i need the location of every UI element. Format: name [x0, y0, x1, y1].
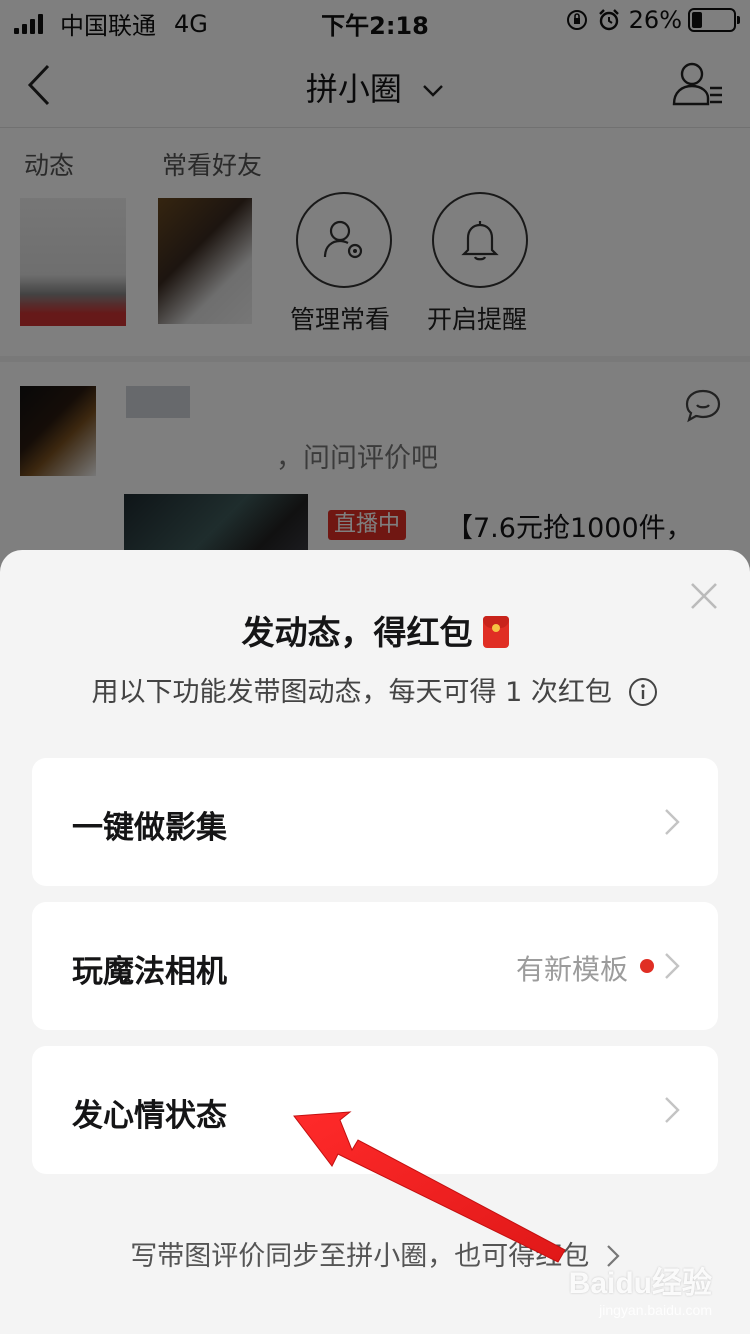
option-label: 一键做影集 [72, 810, 227, 846]
watermark-brand: Baidu经验 [568, 1267, 712, 1300]
watermark: Baidu经验 jingyan.baidu.com [569, 1258, 712, 1318]
chevron-right-icon [665, 953, 680, 979]
option-make-album[interactable]: 一键做影集 [32, 758, 718, 886]
chevron-right-icon [665, 1097, 680, 1123]
option-magic-camera[interactable]: 玩魔法相机 有新模板 [32, 902, 718, 1030]
post-reward-sheet: 发动态，得红包 用以下功能发带图动态，每天可得 1 次红包 一键做影集 玩魔法相… [0, 550, 750, 1334]
option-label: 玩魔法相机 [72, 954, 227, 990]
review-sync-text: 写带图评价同步至拼小圈，也可得红包 [130, 1241, 590, 1272]
chevron-right-icon [665, 809, 680, 835]
watermark-url: jingyan.baidu.com [599, 1302, 712, 1318]
sheet-title-text: 发动态，得红包 [241, 613, 473, 652]
option-mood-status[interactable]: 发心情状态 [32, 1046, 718, 1174]
new-template-hint: 有新模板 [515, 953, 628, 986]
sheet-subtitle: 用以下功能发带图动态，每天可得 1 次红包 [0, 670, 750, 709]
sheet-title: 发动态，得红包 [0, 606, 750, 654]
red-envelope-icon [482, 616, 509, 648]
sheet-subtitle-text: 用以下功能发带图动态，每天可得 1 次红包 [91, 677, 612, 708]
option-label: 发心情状态 [72, 1098, 227, 1134]
new-badge-dot [640, 959, 654, 973]
info-icon[interactable] [628, 677, 658, 707]
